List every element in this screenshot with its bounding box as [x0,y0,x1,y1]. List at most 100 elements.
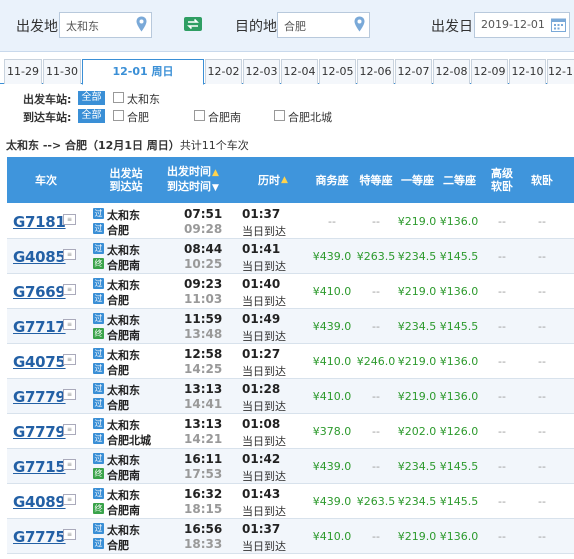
seat-soft: -- [538,530,546,543]
depart-time: 09:23 [184,277,223,291]
header-first: 一等座 [401,173,434,187]
train-number-link[interactable]: G4089 [13,493,66,511]
date-tab[interactable]: 12-04 [281,59,318,84]
table-row[interactable]: G4075 ≡ 过太和东过合肥 12:58 14:25 01:27 当日到达 ¥410.0 ¥2… [7,344,574,379]
date-tab[interactable]: 12-10 [509,59,546,84]
train-number-link[interactable]: G4075 [13,353,66,371]
seat-premium: ¥263.5 [356,495,396,508]
train-number-link[interactable]: G7779 [13,388,66,406]
seat-second: ¥136.0 [439,390,479,403]
depart-station: 太和东 [107,489,140,502]
date-tab[interactable]: 12-02 [205,59,242,84]
sort-up-icon[interactable]: ▲ [212,168,219,178]
train-number-link[interactable]: G7779 [13,423,66,441]
table-row[interactable]: G7181 ≡ 过太和东过合肥 07:51 09:28 01:37 当日到达 -- -- ¥219… [7,204,574,239]
depart-station: 太和东 [107,419,140,432]
location-pin-icon[interactable] [354,16,365,32]
sort-down-icon[interactable]: ▼ [212,183,219,193]
depart-filter-label: 出发车站: [23,93,72,106]
train-number-link[interactable]: G7181 [13,213,66,231]
train-info-icon[interactable]: ≡ [63,494,76,505]
table-row[interactable]: G4085 ≡ 过太和东终合肥南 08:44 10:25 01:41 当日到达 ¥439.0 ¥… [7,239,574,274]
depart-time: 12:58 [184,347,223,361]
date-tab[interactable]: 12-11 [547,59,574,84]
checkbox[interactable] [113,110,124,121]
seat-premium: -- [372,390,380,403]
calendar-icon[interactable] [551,17,566,32]
from-station-value: 太和东 [66,20,99,33]
header-times[interactable]: 出发时间▲ 到达时间▼ [167,157,237,203]
location-pin-icon[interactable] [136,16,147,32]
to-station-value: 合肥 [284,20,306,33]
header-train[interactable]: 车次 [7,157,85,203]
table-row[interactable]: G7717 ≡ 过太和东终合肥南 11:59 13:48 01:49 当日到达 ¥439.0 -… [7,309,574,344]
arrive-station-filter: 到达车站: 全部 合肥 合肥南 合肥北城 [0,107,574,125]
train-info-icon[interactable]: ≡ [63,214,76,225]
date-tab[interactable]: 12-08 [433,59,470,84]
table-row[interactable]: G7715 ≡ 过太和东终合肥南 16:11 17:53 01:42 当日到达 ¥439.0 -… [7,449,574,484]
train-info-icon[interactable]: ≡ [63,424,76,435]
date-tab[interactable]: 12-07 [395,59,432,84]
depart-station-badge-icon: 过 [93,453,104,464]
header-second: 二等座 [443,173,476,187]
arrive-station: 合肥南 [107,504,140,517]
seat-first: ¥234.5 [397,495,437,508]
train-number-link[interactable]: G7775 [13,528,66,546]
arrive-station-badge-icon: 过 [93,223,104,234]
date-input[interactable]: 2019-12-01 [474,12,570,38]
to-station-input[interactable]: 合肥 [277,12,370,38]
table-row[interactable]: G7779 ≡ 过太和东过合肥 13:13 14:41 01:28 当日到达 ¥410.0 --… [7,379,574,414]
to-label: 目的地 [235,19,277,35]
header-duration[interactable]: 历时 ▲ [241,157,305,203]
depart-station-badge-icon: 过 [93,278,104,289]
date-tab[interactable]: 11-29 [4,59,42,84]
date-tab[interactable]: 11-30 [43,59,81,84]
date-tab[interactable]: 12-05 [319,59,356,84]
date-tab[interactable]: 12-09 [471,59,508,84]
depart-time: 16:32 [184,487,223,501]
arrive-station-badge-icon: 终 [93,328,104,339]
train-info-icon[interactable]: ≡ [63,389,76,400]
arrive-time: 17:53 [184,467,223,481]
duration: 01:27 [242,347,281,361]
duration: 01:42 [242,452,281,466]
seat-soft: -- [538,250,546,263]
depart-station: 太和东 [107,454,140,467]
date-tab[interactable]: 12-06 [357,59,394,84]
train-info-icon[interactable]: ≡ [63,319,76,330]
seat-business: ¥410.0 [312,530,352,543]
train-number-link[interactable]: G7717 [13,318,66,336]
checkbox[interactable] [113,92,124,103]
train-number-link[interactable]: G7715 [13,458,66,476]
checkbox[interactable] [194,110,205,121]
seat-business: -- [328,215,336,228]
seat-premium: -- [372,320,380,333]
seat-soft: -- [538,495,546,508]
train-info-icon[interactable]: ≡ [63,354,76,365]
swap-stations-icon[interactable] [184,17,202,31]
duration: 01:37 [242,207,281,221]
header-business: 商务座 [315,173,349,187]
train-info-icon[interactable]: ≡ [63,529,76,540]
train-info-icon[interactable]: ≡ [63,249,76,260]
sort-up-icon[interactable]: ▲ [281,174,288,187]
table-row[interactable]: G7775 ≡ 过太和东过合肥 16:56 18:33 01:37 当日到达 ¥410.0 --… [7,519,574,554]
table-row[interactable]: G7779 ≡ 过太和东过合肥北城 13:13 14:21 01:08 当日到达 ¥378.0… [7,414,574,449]
date-tab[interactable]: 12-03 [243,59,280,84]
train-info-icon[interactable]: ≡ [63,284,76,295]
arrive-all-button[interactable]: 全部 [78,109,105,123]
checkbox[interactable] [274,110,285,121]
seat-second: ¥145.5 [439,250,479,263]
date-tabs: 11-29 11-30 12-01 周日 12-02 12-03 12-04 1… [0,59,574,85]
train-number-link[interactable]: G4085 [13,248,66,266]
depart-all-button[interactable]: 全部 [78,91,105,105]
train-info-icon[interactable]: ≡ [63,459,76,470]
from-station-input[interactable]: 太和东 [59,12,152,38]
train-number-link[interactable]: G7669 [13,283,66,301]
table-row[interactable]: G7669 ≡ 过太和东过合肥 09:23 11:03 01:40 当日到达 ¥410.0 --… [7,274,574,309]
arrival-day: 当日到达 [242,540,286,553]
table-row[interactable]: G4089 ≡ 过太和东终合肥南 16:32 18:15 01:43 当日到达 ¥439.0 ¥… [7,484,574,519]
seat-first: ¥234.5 [397,250,437,263]
date-tab-active[interactable]: 12-01 周日 [82,59,204,85]
arrive-station: 合肥南 [107,329,140,342]
